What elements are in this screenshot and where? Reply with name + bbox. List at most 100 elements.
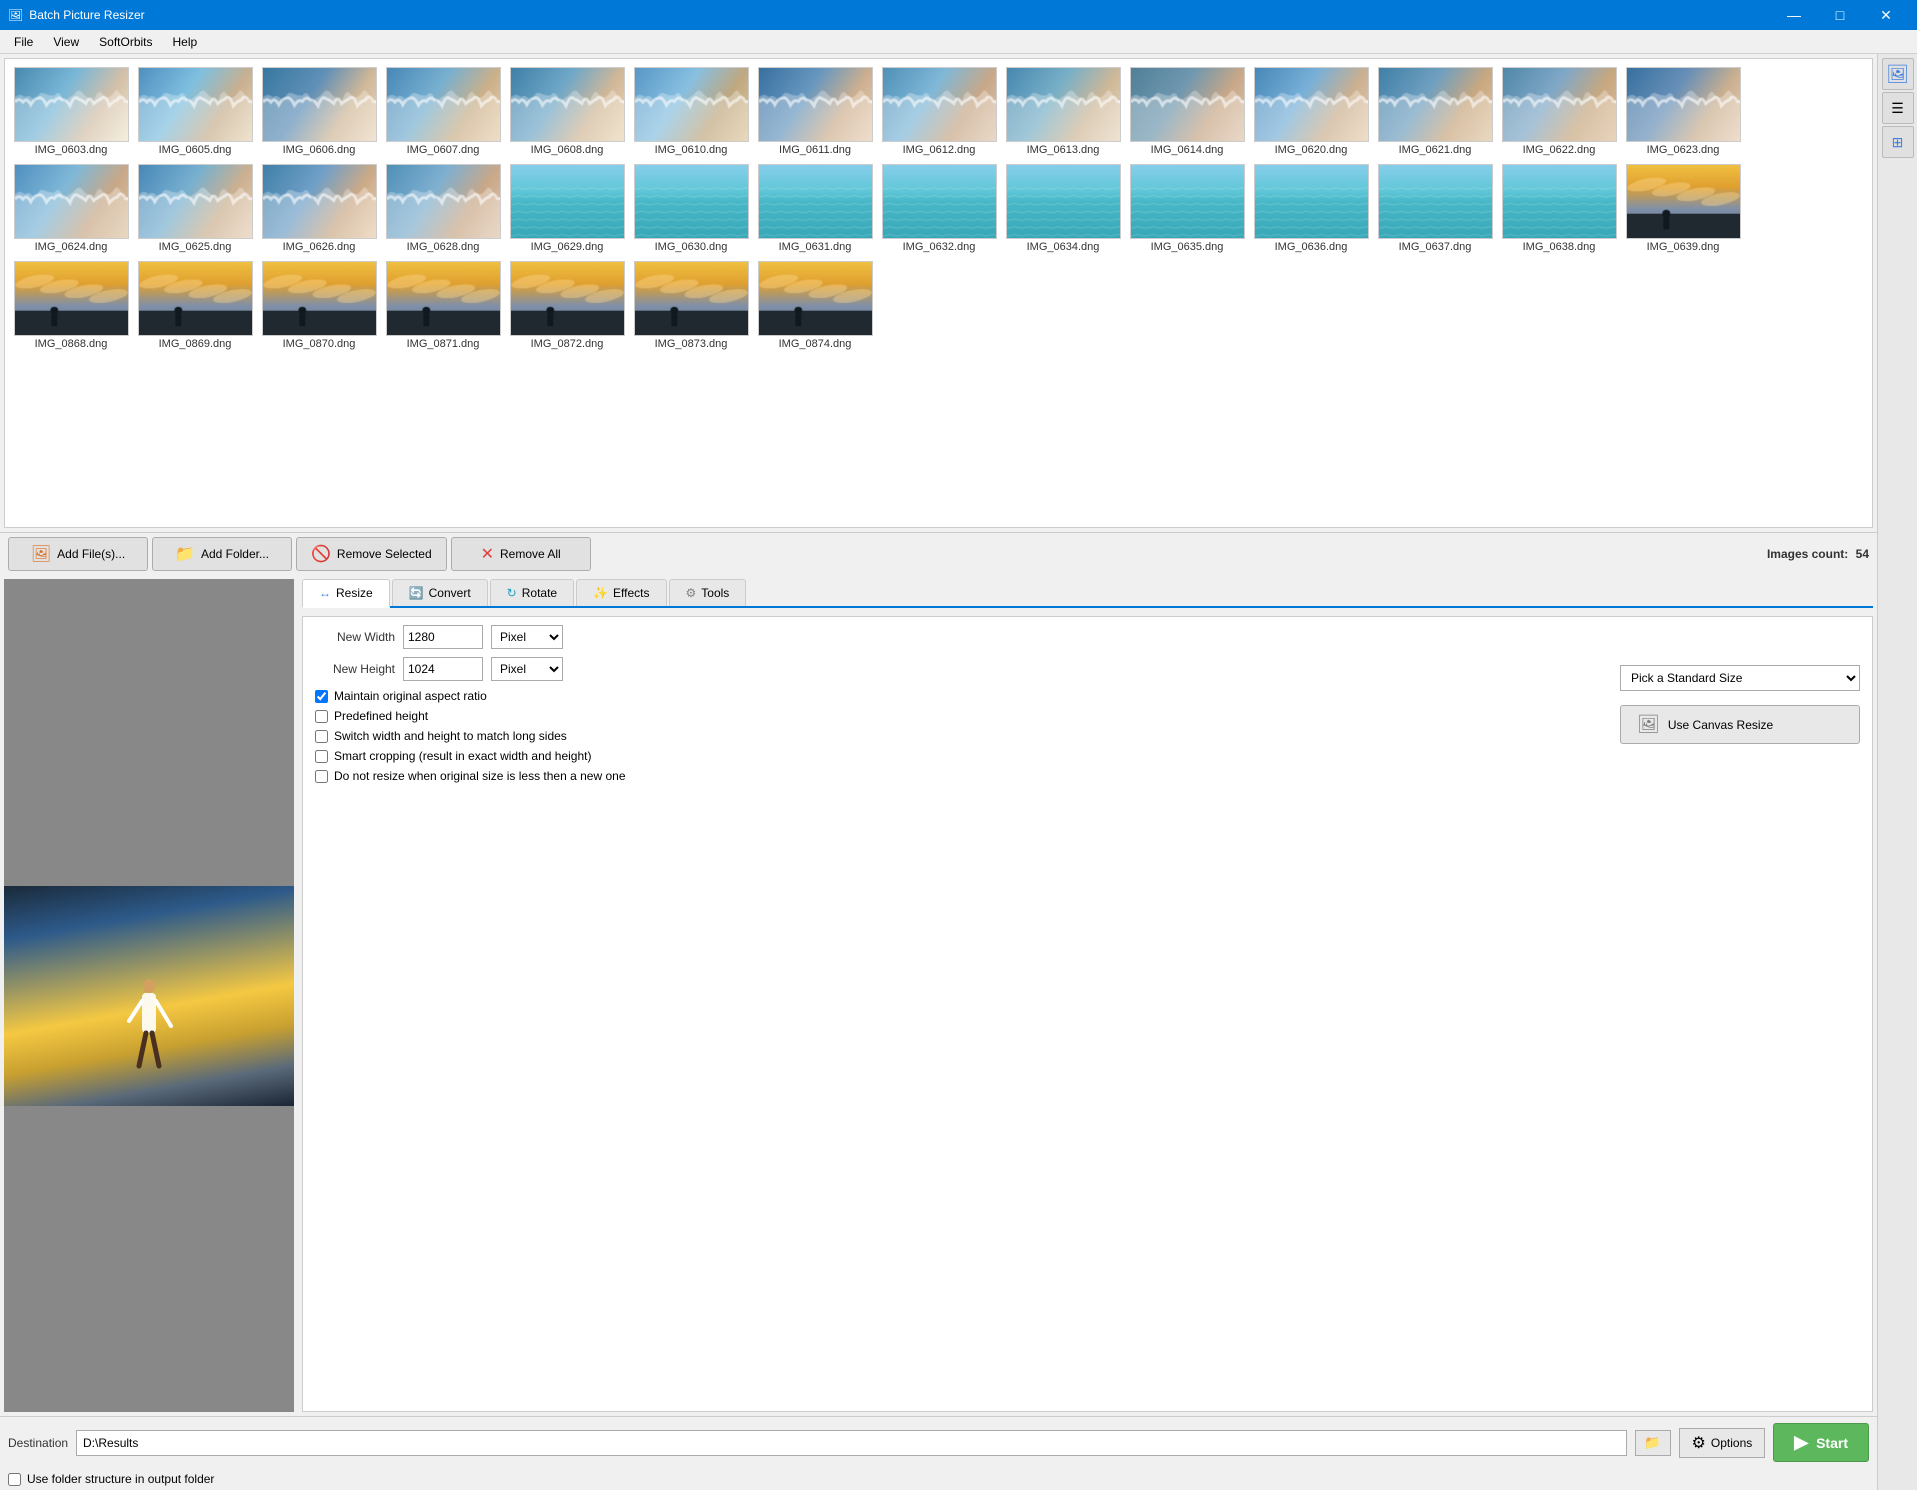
resize-tab-icon: ↔ xyxy=(319,586,331,600)
thumbnail-item[interactable]: IMG_0874.dng xyxy=(755,259,875,352)
sidebar-list-view[interactable]: ☰ xyxy=(1882,92,1914,124)
maintain-aspect-row: Maintain original aspect ratio xyxy=(315,689,1592,703)
remove-all-icon: ✕ xyxy=(481,544,494,564)
thumbnail-item[interactable]: IMG_0629.dng xyxy=(507,162,627,255)
resize-form: New Width Pixel Percent Cm Inch xyxy=(302,616,1873,1412)
folder-structure-checkbox[interactable] xyxy=(8,1473,21,1486)
tab-resize[interactable]: ↔ Resize xyxy=(302,579,390,608)
thumbnail-label: IMG_0612.dng xyxy=(882,144,997,156)
thumbnail-item[interactable]: IMG_0622.dng xyxy=(1499,65,1619,158)
maintain-aspect-checkbox[interactable] xyxy=(315,690,328,703)
sidebar-grid-view[interactable]: ⊞ xyxy=(1882,126,1914,158)
remove-selected-button[interactable]: 🚫 Remove Selected xyxy=(296,537,447,571)
thumbnail-item[interactable]: IMG_0624.dng xyxy=(11,162,131,255)
thumbnail-item[interactable]: IMG_0870.dng xyxy=(259,259,379,352)
no-resize-checkbox[interactable] xyxy=(315,770,328,783)
menu-view[interactable]: View xyxy=(43,33,89,51)
thumbnail-item[interactable]: IMG_0606.dng xyxy=(259,65,379,158)
preview-image xyxy=(4,886,294,1106)
thumbnail-item[interactable]: IMG_0603.dng xyxy=(11,65,131,158)
app-icon: 🖼 xyxy=(8,8,23,22)
switch-wh-checkbox[interactable] xyxy=(315,730,328,743)
thumbnail-item[interactable]: IMG_0610.dng xyxy=(631,65,751,158)
thumbnail-canvas xyxy=(262,67,377,142)
thumbnail-label: IMG_0603.dng xyxy=(14,144,129,156)
thumbnail-item[interactable]: IMG_0614.dng xyxy=(1127,65,1247,158)
maximize-button[interactable]: □ xyxy=(1817,0,1863,30)
remove-all-button[interactable]: ✕ Remove All xyxy=(451,537,591,571)
standard-size-select[interactable]: Pick a Standard Size 640x480 800x600 102… xyxy=(1620,665,1860,691)
thumbnail-label: IMG_0636.dng xyxy=(1254,241,1369,253)
thumbnail-item[interactable]: IMG_0621.dng xyxy=(1375,65,1495,158)
height-unit-select[interactable]: Pixel Percent Cm Inch xyxy=(491,657,563,681)
menubar: File View SoftOrbits Help xyxy=(0,30,1917,54)
minimize-button[interactable]: — xyxy=(1771,0,1817,30)
controls-panel: ↔ Resize 🔄 Convert ↻ Rotate ✨ xyxy=(298,575,1877,1416)
thumbnail-label: IMG_0630.dng xyxy=(634,241,749,253)
thumbnail-canvas xyxy=(386,67,501,142)
tools-tab-label: Tools xyxy=(701,586,729,600)
thumbnail-item[interactable]: IMG_0638.dng xyxy=(1499,162,1619,255)
thumbnail-grid[interactable]: IMG_0603.dngIMG_0605.dngIMG_0606.dngIMG_… xyxy=(4,58,1873,528)
thumbnail-item[interactable]: IMG_0869.dng xyxy=(135,259,255,352)
thumbnail-canvas xyxy=(758,164,873,239)
sidebar-thumbnail-view[interactable]: 🖼 xyxy=(1882,58,1914,90)
app-title: Batch Picture Resizer xyxy=(29,8,144,22)
menu-softorbits[interactable]: SoftOrbits xyxy=(89,33,162,51)
thumbnail-item[interactable]: IMG_0613.dng xyxy=(1003,65,1123,158)
thumbnail-item[interactable]: IMG_0632.dng xyxy=(879,162,999,255)
thumbnail-item[interactable]: IMG_0607.dng xyxy=(383,65,503,158)
bottom-section: ↔ Resize 🔄 Convert ↻ Rotate ✨ xyxy=(0,575,1877,1490)
thumbnail-item[interactable]: IMG_0631.dng xyxy=(755,162,875,255)
tab-effects[interactable]: ✨ Effects xyxy=(576,579,666,606)
thumbnail-item[interactable]: IMG_0628.dng xyxy=(383,162,503,255)
add-files-icon: 🖼 xyxy=(31,544,51,564)
thumbnail-item[interactable]: IMG_0626.dng xyxy=(259,162,379,255)
thumbnail-item[interactable]: IMG_0608.dng xyxy=(507,65,627,158)
menu-help[interactable]: Help xyxy=(163,33,208,51)
width-input[interactable] xyxy=(403,625,483,649)
thumbnail-item[interactable]: IMG_0871.dng xyxy=(383,259,503,352)
thumbnail-label: IMG_0869.dng xyxy=(138,338,253,350)
add-files-button[interactable]: 🖼 Add File(s)... xyxy=(8,537,148,571)
start-button[interactable]: ▶ Start xyxy=(1773,1423,1869,1462)
predefined-height-checkbox[interactable] xyxy=(315,710,328,723)
close-button[interactable]: ✕ xyxy=(1863,0,1909,30)
thumbnail-item[interactable]: IMG_0611.dng xyxy=(755,65,875,158)
thumbnail-canvas xyxy=(1502,164,1617,239)
thumbnail-item[interactable]: IMG_0868.dng xyxy=(11,259,131,352)
tab-rotate[interactable]: ↻ Rotate xyxy=(490,579,574,606)
rotate-tab-icon: ↻ xyxy=(507,586,517,600)
thumbnail-canvas xyxy=(386,164,501,239)
tab-convert[interactable]: 🔄 Convert xyxy=(392,579,488,606)
smart-crop-label: Smart cropping (result in exact width an… xyxy=(334,749,591,763)
thumbnail-item[interactable]: IMG_0625.dng xyxy=(135,162,255,255)
tab-tools[interactable]: ⚙ Tools xyxy=(669,579,747,606)
options-button[interactable]: ⚙ Options xyxy=(1679,1428,1766,1458)
thumbnail-item[interactable]: IMG_0872.dng xyxy=(507,259,627,352)
thumbnail-canvas xyxy=(1254,67,1369,142)
thumbnail-item[interactable]: IMG_0639.dng xyxy=(1623,162,1743,255)
canvas-resize-button[interactable]: 🖼 Use Canvas Resize xyxy=(1620,705,1860,744)
thumbnail-item[interactable]: IMG_0630.dng xyxy=(631,162,751,255)
width-unit-select[interactable]: Pixel Percent Cm Inch xyxy=(491,625,563,649)
thumbnail-item[interactable]: IMG_0634.dng xyxy=(1003,162,1123,255)
thumbnail-label: IMG_0626.dng xyxy=(262,241,377,253)
thumbnail-item[interactable]: IMG_0623.dng xyxy=(1623,65,1743,158)
thumbnail-item[interactable]: IMG_0620.dng xyxy=(1251,65,1371,158)
destination-input[interactable] xyxy=(76,1430,1627,1456)
height-input[interactable] xyxy=(403,657,483,681)
thumbnail-item[interactable]: IMG_0873.dng xyxy=(631,259,751,352)
thumbnail-item[interactable]: IMG_0605.dng xyxy=(135,65,255,158)
thumbnail-item[interactable]: IMG_0637.dng xyxy=(1375,162,1495,255)
browse-button[interactable]: 📁 xyxy=(1635,1430,1671,1456)
thumbnail-item[interactable]: IMG_0612.dng xyxy=(879,65,999,158)
add-folder-button[interactable]: 📁 Add Folder... xyxy=(152,537,292,571)
thumbnail-label: IMG_0605.dng xyxy=(138,144,253,156)
thumbnail-item[interactable]: IMG_0636.dng xyxy=(1251,162,1371,255)
thumbnail-label: IMG_0625.dng xyxy=(138,241,253,253)
thumbnail-item[interactable]: IMG_0635.dng xyxy=(1127,162,1247,255)
menu-file[interactable]: File xyxy=(4,33,43,51)
smart-crop-checkbox[interactable] xyxy=(315,750,328,763)
thumbnail-canvas xyxy=(510,261,625,336)
